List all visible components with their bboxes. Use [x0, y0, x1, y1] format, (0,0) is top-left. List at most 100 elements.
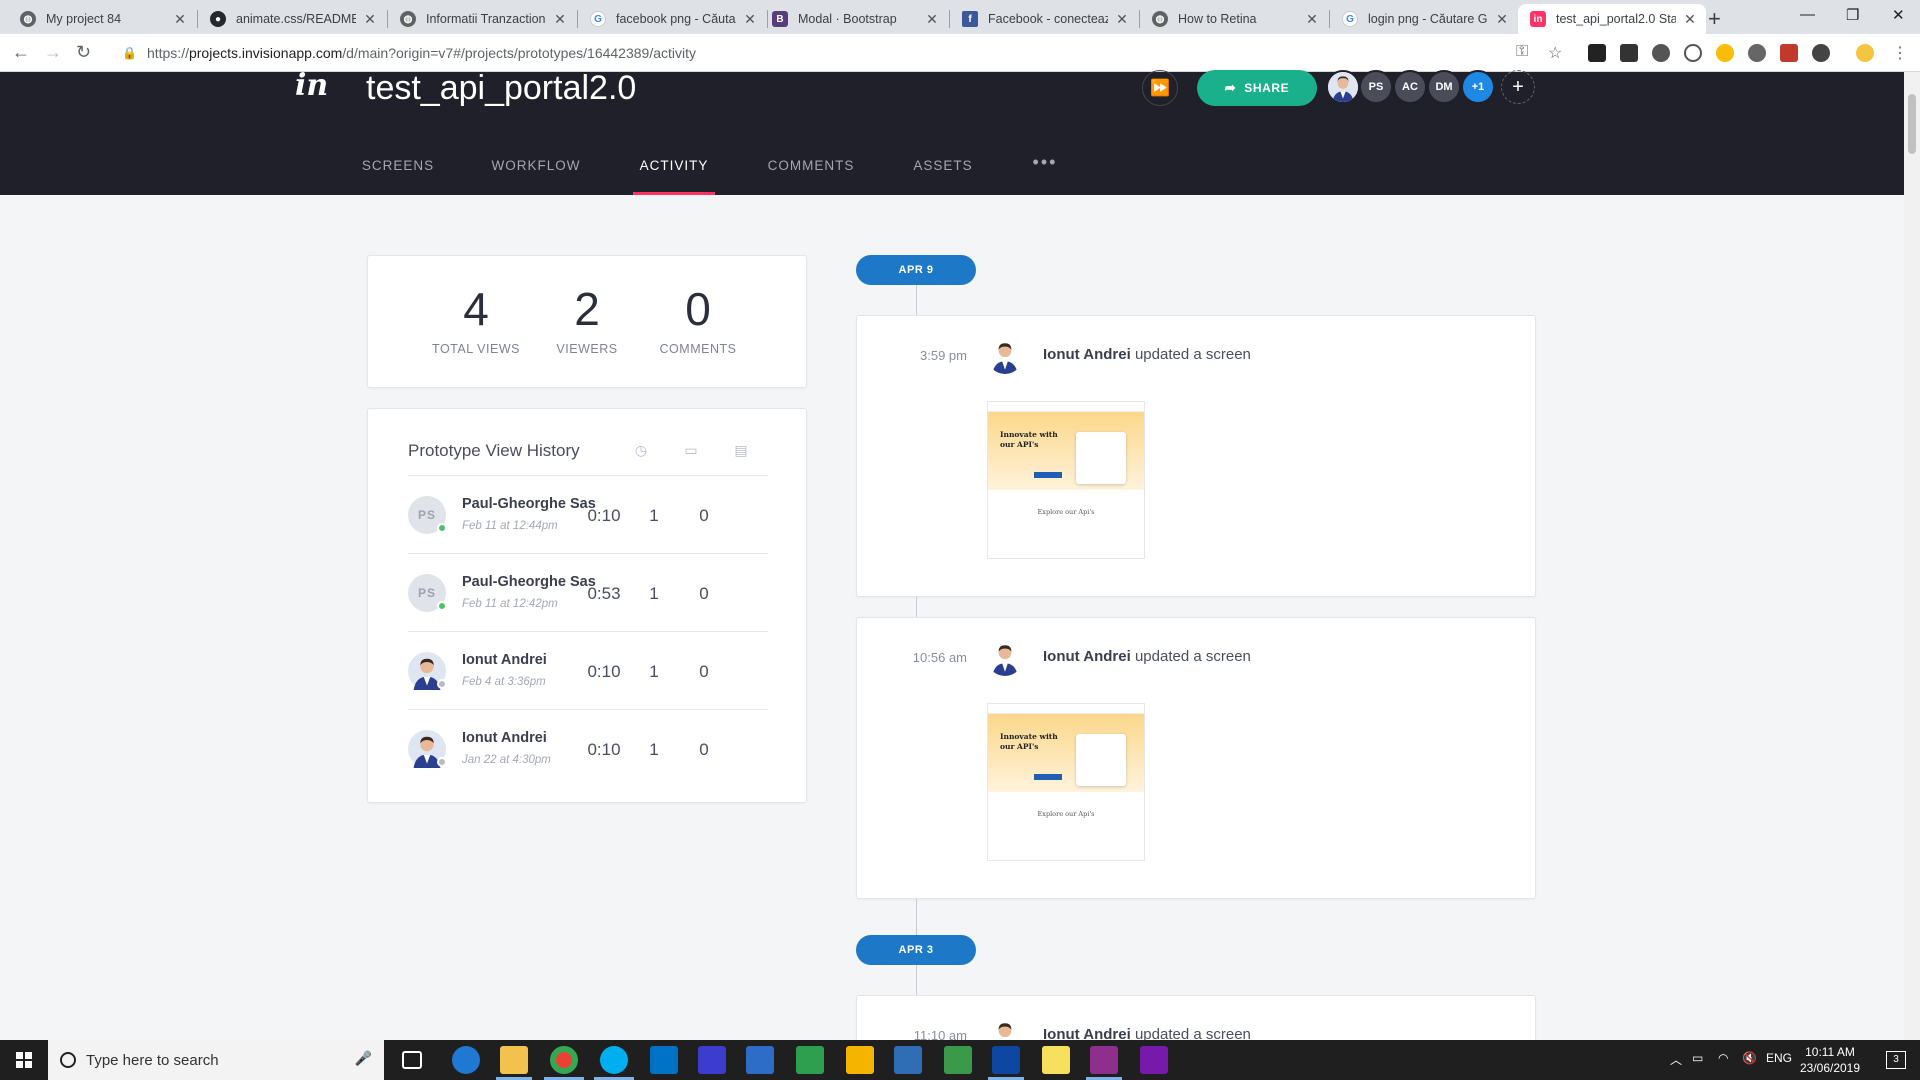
browser-tab[interactable]: ◍ Informatii Tranzactionar ✕	[388, 4, 576, 34]
page-scrollbar[interactable]	[1904, 72, 1920, 1040]
extension-icon[interactable]	[1716, 44, 1734, 62]
powershell-icon[interactable]	[746, 1046, 774, 1074]
file-explorer-icon[interactable]	[500, 1046, 528, 1074]
activity-user[interactable]: Ionut Andrei	[1043, 346, 1131, 363]
activity-user[interactable]: Ionut Andrei	[1043, 648, 1131, 665]
edge-icon[interactable]	[452, 1046, 480, 1074]
battery-icon[interactable]: ▭	[1692, 1051, 1703, 1065]
browser-tab[interactable]: G login png - Căutare Go ✕	[1330, 4, 1518, 34]
browser-tab[interactable]: ◍ My project 84 ✕	[8, 4, 196, 34]
extension-icon[interactable]	[1620, 44, 1638, 62]
share-icon: ➦	[1224, 80, 1237, 95]
reload-icon[interactable]: ↻	[76, 42, 91, 63]
outlook-icon[interactable]	[650, 1046, 678, 1074]
tab-assets[interactable]: ASSETS	[913, 158, 971, 195]
stat-label: VIEWERS	[556, 342, 618, 356]
onenote-icon[interactable]	[1140, 1046, 1168, 1074]
online-status-dot	[437, 601, 447, 611]
table-row[interactable]: Ionut Andrei Jan 22 at 4:30pm 0:10 1 0	[408, 709, 768, 787]
project-nav: SCREENS WORKFLOW ACTIVITY COMMENTS ASSET…	[0, 152, 1904, 195]
tray-chevron-icon[interactable]: ︿	[1670, 1051, 1682, 1068]
input-language[interactable]: ENG	[1766, 1051, 1792, 1065]
system-clock[interactable]: 10:11 AM 23/06/2019	[1790, 1044, 1870, 1076]
volume-icon[interactable]: 🔇	[1742, 1051, 1757, 1065]
table-row[interactable]: PS Paul-Gheorghe Sas Feb 11 at 12:44pm 0…	[408, 475, 768, 553]
sticky-notes-icon[interactable]	[1042, 1046, 1070, 1074]
close-icon[interactable]: ✕	[1494, 11, 1510, 28]
add-collaborator-button[interactable]: +	[1501, 70, 1535, 104]
wifi-icon[interactable]: ◠	[1718, 1051, 1728, 1065]
phpstorm-icon[interactable]	[1090, 1046, 1118, 1074]
table-row[interactable]: PS Paul-Gheorghe Sas Feb 11 at 12:42pm 0…	[408, 553, 768, 631]
close-icon[interactable]: ✕	[1682, 11, 1698, 28]
avatar[interactable]: DM	[1427, 70, 1461, 104]
close-icon[interactable]: ✕	[362, 11, 378, 28]
more-collaborators-badge[interactable]: +1	[1461, 70, 1495, 104]
avatar[interactable]	[1326, 70, 1360, 104]
extension-icon[interactable]	[1748, 44, 1766, 62]
taskbar-search-input[interactable]: Type here to search 🎤	[48, 1040, 384, 1080]
invision-logo[interactable]: in	[295, 68, 328, 103]
tab-workflow[interactable]: WORKFLOW	[492, 158, 580, 195]
close-icon[interactable]: ✕	[1114, 11, 1130, 28]
task-view-icon[interactable]	[402, 1051, 422, 1069]
forward-icon[interactable]: →	[44, 42, 62, 63]
notifications-icon[interactable]: 3	[1886, 1051, 1906, 1069]
scrollbar-thumb[interactable]	[1908, 94, 1916, 154]
close-icon[interactable]: ✕	[742, 11, 758, 28]
extension-icon[interactable]	[1588, 44, 1606, 62]
app-icon[interactable]	[894, 1046, 922, 1074]
close-window-icon[interactable]: ✕	[1892, 6, 1905, 24]
extension-icon[interactable]	[1780, 44, 1798, 62]
more-menu-icon[interactable]: •••	[1030, 152, 1060, 189]
address-bar[interactable]: 🔒 https://projects.invisionapp.com/d/mai…	[110, 39, 1572, 67]
browser-tab[interactable]: ◍ How to Retina ✕	[1140, 4, 1328, 34]
browser-tab[interactable]: G facebook png - Căutare ✕	[578, 4, 766, 34]
close-icon[interactable]: ✕	[172, 11, 188, 28]
microphone-icon[interactable]: 🎤	[355, 1050, 372, 1067]
tab-comments[interactable]: COMMENTS	[768, 158, 854, 195]
avatar[interactable]: AC	[1393, 70, 1427, 104]
profile-avatar[interactable]	[1856, 44, 1874, 62]
extension-icon[interactable]	[1812, 44, 1830, 62]
back-icon[interactable]: ←	[12, 42, 30, 63]
avatar[interactable]: PS	[1359, 70, 1393, 104]
project-title[interactable]: test_api_portal2.0	[366, 69, 636, 108]
browser-tab[interactable]: f Facebook - conectează ✕	[950, 4, 1138, 34]
screen-thumbnail[interactable]: Innovate with our API's Explore our Api'…	[987, 401, 1145, 559]
minimize-icon[interactable]: —	[1800, 6, 1815, 23]
browser-tab-active[interactable]: in test_api_portal2.0 Stats ✕	[1518, 4, 1706, 34]
app-icon[interactable]	[698, 1046, 726, 1074]
chrome-icon[interactable]	[550, 1046, 578, 1074]
menu-kebab-icon[interactable]: ⋮	[1892, 43, 1908, 63]
windows-taskbar: Type here to search 🎤 ︿ ▭ ◠ 🔇 ENG 10:11 …	[0, 1040, 1920, 1080]
browser-tab[interactable]: ● animate.css/README.m ✕	[198, 4, 386, 34]
extension-icon[interactable]	[1652, 44, 1670, 62]
new-tab-button[interactable]: +	[1708, 6, 1721, 32]
close-icon[interactable]: ✕	[924, 11, 940, 28]
github-icon: ●	[210, 11, 226, 27]
key-icon[interactable]: ⚿	[1516, 43, 1528, 61]
share-button[interactable]: ➦ SHARE	[1197, 70, 1317, 106]
screens-viewed: 1	[649, 584, 659, 603]
table-row[interactable]: Ionut Andrei Feb 4 at 3:36pm 0:10 1 0	[408, 631, 768, 709]
app-icon[interactable]	[846, 1046, 874, 1074]
thumb-headline: Innovate with our API's	[1000, 732, 1058, 751]
app-icon[interactable]	[944, 1046, 972, 1074]
close-icon[interactable]: ✕	[1304, 11, 1320, 28]
restore-icon[interactable]: ❐	[1846, 6, 1859, 24]
app-icon[interactable]	[796, 1046, 824, 1074]
windows-start-icon[interactable]	[16, 1052, 32, 1068]
app-icon[interactable]	[992, 1046, 1020, 1074]
preview-button[interactable]: ⏩	[1142, 70, 1178, 106]
close-icon[interactable]: ✕	[552, 11, 568, 28]
extension-icon[interactable]	[1684, 44, 1702, 62]
skype-icon[interactable]	[600, 1046, 628, 1074]
tab-screens[interactable]: SCREENS	[362, 158, 433, 195]
search-placeholder: Type here to search	[86, 1051, 219, 1069]
browser-tab[interactable]: B Modal · Bootstrap ✕	[760, 4, 948, 34]
bookmark-star-icon[interactable]: ☆	[1548, 43, 1562, 63]
tab-activity[interactable]: ACTIVITY	[633, 158, 715, 195]
screen-thumbnail[interactable]: Innovate with our API's Explore our Api'…	[987, 703, 1145, 861]
comments-count: 0	[699, 506, 709, 525]
